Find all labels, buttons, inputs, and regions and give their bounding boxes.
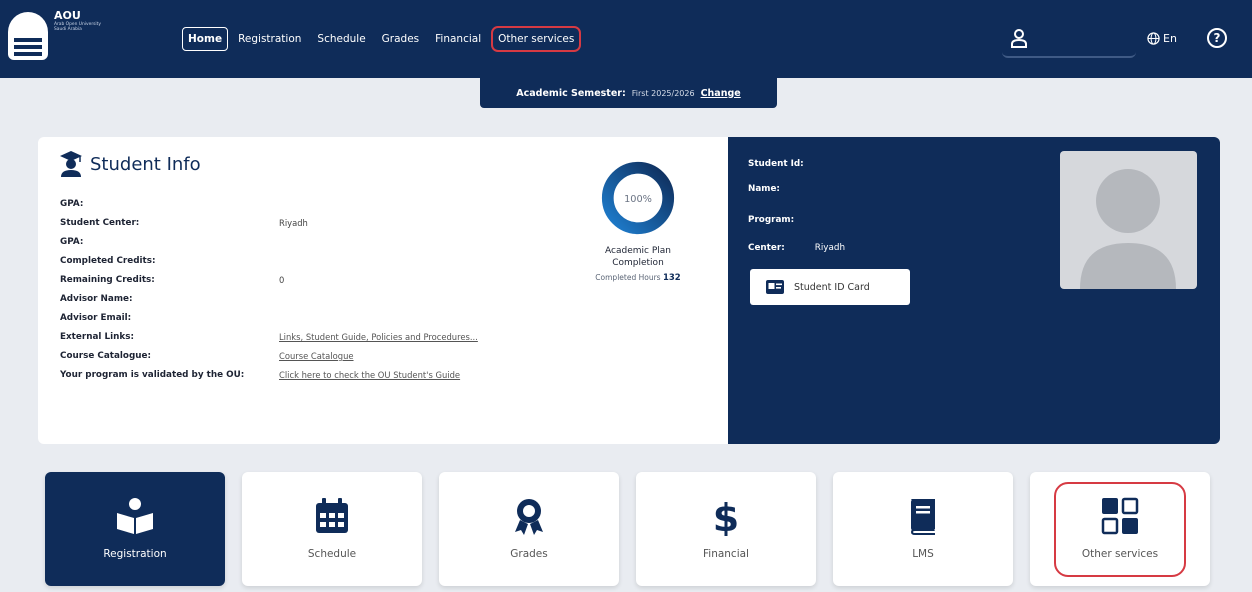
tile-label: Registration bbox=[103, 548, 167, 560]
student-info-title: Student Info bbox=[90, 153, 201, 175]
calendar-icon bbox=[316, 498, 348, 533]
ou-guide-link[interactable]: Click here to check the OU Student's Gui… bbox=[279, 370, 460, 380]
plan-caption-2: Completion bbox=[612, 258, 664, 268]
semester-value: First 2025/2026 bbox=[631, 88, 695, 98]
brand: AOU Arab Open University Saudi Arabia bbox=[54, 10, 164, 33]
info-label: Advisor Email: bbox=[60, 313, 132, 323]
info-label: GPA: bbox=[60, 199, 84, 209]
student-info-heading: Student Info bbox=[60, 151, 201, 177]
tile-grades[interactable]: Grades bbox=[439, 472, 619, 586]
profile-value: Riyadh bbox=[814, 243, 846, 253]
nav-other-services[interactable]: Other services bbox=[491, 26, 582, 52]
graduate-icon bbox=[60, 151, 82, 177]
academic-semester-bar: Academic Semester: First 2025/2026 Chang… bbox=[480, 78, 777, 108]
course-catalogue-link[interactable]: Course Catalogue bbox=[279, 351, 354, 361]
tile-registration[interactable]: Registration bbox=[45, 472, 225, 586]
completion-percent: 100% bbox=[624, 194, 652, 205]
info-label: Remaining Credits: bbox=[60, 275, 155, 285]
help-icon[interactable]: ? bbox=[1207, 28, 1227, 48]
avatar-placeholder-icon bbox=[1080, 169, 1176, 289]
nav-schedule[interactable]: Schedule bbox=[311, 27, 371, 51]
student-id-card-label: Student ID Card bbox=[794, 281, 870, 293]
student-id-card-button[interactable]: Student ID Card bbox=[750, 269, 910, 305]
book-icon bbox=[911, 499, 935, 535]
completed-hours-value: 132 bbox=[662, 273, 681, 283]
profile-label: Program: bbox=[748, 215, 795, 225]
dollar-icon: $ bbox=[713, 496, 739, 536]
completed-hours-label: Completed Hours bbox=[595, 273, 661, 282]
student-profile-panel: Student Id: Name: Program: Center: Riyadh… bbox=[728, 137, 1220, 444]
tile-label: Grades bbox=[510, 548, 548, 560]
grid-squares-icon bbox=[1101, 497, 1139, 535]
profile-label: Name: bbox=[748, 184, 780, 194]
profile-label: Student Id: bbox=[748, 159, 804, 169]
award-ribbon-icon bbox=[515, 499, 543, 535]
tile-label: Financial bbox=[703, 548, 749, 560]
academic-plan-completion: 100% Academic Plan Completion Completed … bbox=[578, 159, 698, 283]
profile-name: Name: bbox=[748, 184, 810, 194]
tile-financial[interactable]: $ Financial bbox=[636, 472, 816, 586]
profile-center: Center: Riyadh bbox=[748, 243, 845, 253]
info-label: Advisor Name: bbox=[60, 294, 133, 304]
nav-grades[interactable]: Grades bbox=[376, 27, 425, 51]
tile-label: LMS bbox=[912, 548, 934, 560]
profile-photo bbox=[1060, 151, 1197, 289]
brand-subtitle-2: Saudi Arabia bbox=[54, 27, 82, 33]
plan-caption-1: Academic Plan bbox=[605, 246, 671, 256]
tile-label: Other services bbox=[1081, 548, 1159, 560]
tile-lms[interactable]: LMS bbox=[833, 472, 1013, 586]
tile-schedule[interactable]: Schedule bbox=[242, 472, 422, 586]
nav-registration[interactable]: Registration bbox=[232, 27, 307, 51]
reading-person-icon bbox=[117, 498, 153, 534]
globe-icon bbox=[1147, 32, 1160, 45]
nav-financial[interactable]: Financial bbox=[429, 27, 487, 51]
info-value: 0 bbox=[279, 275, 285, 285]
info-label: External Links: bbox=[60, 332, 134, 342]
info-label: Completed Credits: bbox=[60, 256, 156, 266]
top-navigation-bar: AOU Arab Open University Saudi Arabia Ho… bbox=[0, 0, 1252, 78]
info-label: GPA: bbox=[60, 237, 84, 247]
main-nav: Home Registration Schedule Grades Financ… bbox=[182, 25, 582, 53]
semester-label: Academic Semester: bbox=[516, 87, 626, 99]
info-label: Student Center: bbox=[60, 218, 140, 228]
id-card-icon bbox=[766, 280, 784, 294]
tile-other-services[interactable]: Other services bbox=[1030, 472, 1210, 586]
external-links-link[interactable]: Links, Student Guide, Policies and Proce… bbox=[279, 332, 478, 342]
tile-label: Schedule bbox=[307, 548, 357, 560]
completed-hours: Completed Hours 132 bbox=[578, 273, 698, 283]
info-label: Your program is validated by the OU: bbox=[60, 370, 245, 380]
language-switcher[interactable]: En bbox=[1147, 32, 1177, 45]
profile-program: Program: bbox=[748, 215, 824, 225]
info-value: Riyadh bbox=[279, 218, 308, 228]
student-info-card: Student Info GPA: Student Center: Riyadh… bbox=[38, 137, 728, 444]
language-label: En bbox=[1163, 32, 1177, 45]
brand-name: AOU bbox=[54, 9, 81, 22]
user-icon bbox=[1011, 29, 1027, 48]
svg-text:$: $ bbox=[713, 496, 739, 536]
change-semester-link[interactable]: Change bbox=[701, 88, 741, 99]
info-label: Course Catalogue: bbox=[60, 351, 152, 361]
profile-student-id: Student Id: bbox=[748, 159, 834, 169]
user-menu[interactable] bbox=[1002, 22, 1136, 58]
nav-home[interactable]: Home bbox=[182, 27, 229, 51]
profile-label: Center: bbox=[748, 243, 785, 253]
aou-logo[interactable] bbox=[8, 12, 48, 60]
completion-donut: 100% bbox=[601, 161, 675, 235]
